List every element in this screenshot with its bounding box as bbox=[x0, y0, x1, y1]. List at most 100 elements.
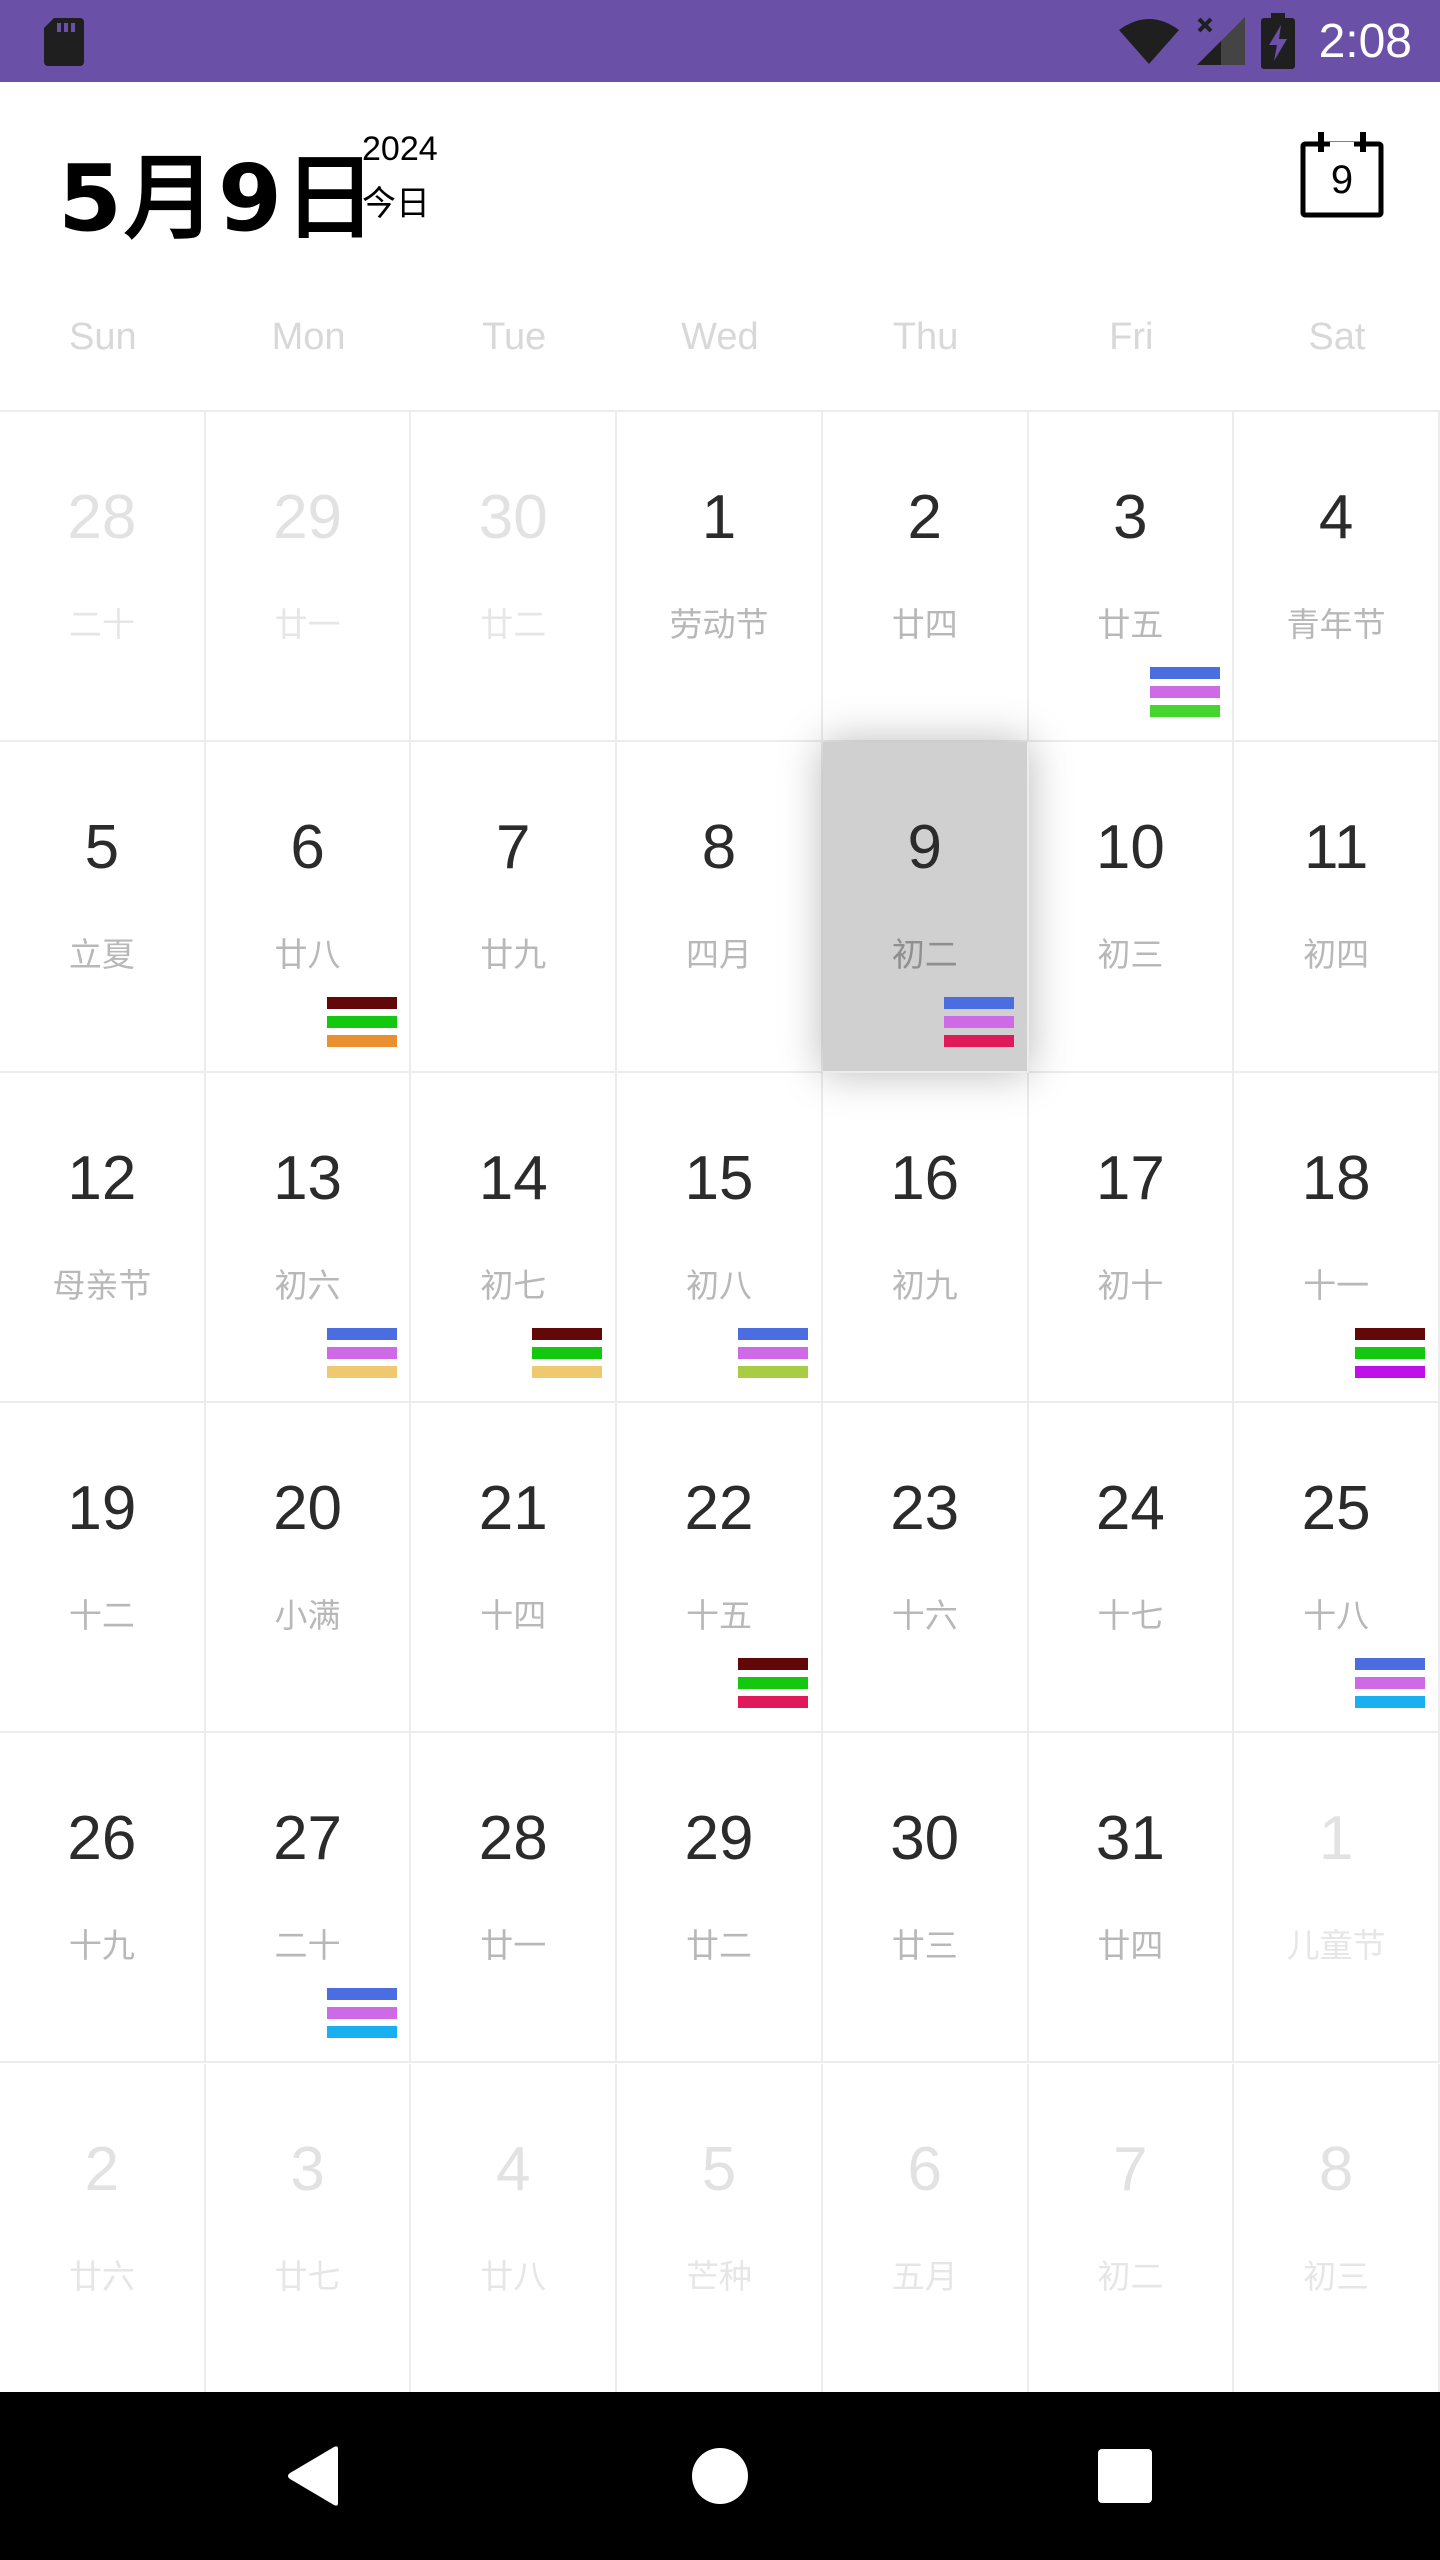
weekday-sat: Sat bbox=[1308, 316, 1366, 358]
current-date: 5月9日 bbox=[58, 145, 379, 252]
day-cell[interactable]: 10 初三 bbox=[1028, 742, 1235, 1073]
day-cell[interactable]: 5 芒种 bbox=[617, 2063, 823, 2394]
lunar-date-label: 初二 bbox=[891, 935, 958, 975]
event-bar bbox=[738, 1346, 809, 1359]
day-cell[interactable]: 7 初二 bbox=[1028, 2063, 1235, 2394]
day-cell[interactable]: 14 初七 bbox=[411, 1072, 618, 1403]
lunar-date-label: 廿六 bbox=[68, 2256, 135, 2296]
event-indicators bbox=[326, 1327, 397, 1385]
day-cell[interactable]: 15 初八 bbox=[617, 1072, 823, 1403]
day-cell[interactable]: 30 廿三 bbox=[822, 1733, 1029, 2064]
day-cell[interactable]: 5 立夏 bbox=[0, 742, 206, 1073]
day-cell[interactable]: 25 十八 bbox=[1234, 1402, 1440, 1734]
day-cell[interactable]: 2 廿六 bbox=[0, 2063, 206, 2394]
day-number: 3 bbox=[290, 2134, 325, 2204]
day-number: 24 bbox=[1095, 1473, 1165, 1543]
day-cell[interactable]: 7 廿九 bbox=[411, 742, 618, 1073]
day-cell[interactable]: 26 十九 bbox=[0, 1733, 206, 2064]
lunar-date-label: 儿童节 bbox=[1286, 1926, 1386, 1966]
lunar-date-label: 十一 bbox=[1303, 1265, 1370, 1305]
day-cell[interactable]: 1 儿童节 bbox=[1234, 1733, 1440, 2064]
day-cell[interactable]: 28 二十 bbox=[0, 412, 206, 743]
lunar-date-label: 立夏 bbox=[68, 935, 135, 975]
day-cell[interactable]: 13 初六 bbox=[205, 1072, 412, 1403]
lunar-date-label: 廿八 bbox=[480, 2256, 547, 2296]
weekday-mon: Mon bbox=[271, 316, 346, 358]
current-year: 2024 bbox=[362, 130, 438, 168]
day-number: 28 bbox=[67, 483, 137, 552]
day-cell[interactable]: 27 二十 bbox=[205, 1733, 412, 2064]
lunar-date-label: 廿八 bbox=[274, 935, 341, 975]
go-to-today-button[interactable]: 9 bbox=[1300, 132, 1384, 218]
day-cell[interactable]: 2 廿四 bbox=[822, 412, 1029, 743]
lunar-date-label: 芒种 bbox=[685, 2256, 752, 2296]
event-indicators bbox=[943, 997, 1014, 1054]
day-number: 7 bbox=[496, 813, 531, 883]
day-cell[interactable]: 3 廿七 bbox=[205, 2063, 412, 2394]
day-cell[interactable]: 29 廿二 bbox=[617, 1733, 823, 2064]
day-cell[interactable]: 4 廿八 bbox=[411, 2063, 618, 2394]
day-cell[interactable]: 6 五月 bbox=[822, 2063, 1029, 2394]
home-button[interactable] bbox=[640, 2392, 800, 2560]
day-cell[interactable]: 8 四月 bbox=[617, 742, 823, 1073]
lunar-date-label: 廿二 bbox=[480, 605, 547, 644]
calendar-header: 5月9日 2024 今日 9 bbox=[0, 82, 1440, 282]
day-cell[interactable]: 16 初九 bbox=[822, 1072, 1029, 1403]
day-cell[interactable]: 28 廿一 bbox=[411, 1733, 618, 2064]
lunar-date-label: 青年节 bbox=[1286, 605, 1386, 644]
back-button[interactable] bbox=[234, 2392, 394, 2560]
lunar-date-label: 十九 bbox=[68, 1926, 135, 1966]
day-number: 5 bbox=[84, 813, 120, 883]
day-number: 6 bbox=[907, 2134, 942, 2204]
day-cell[interactable]: 3 廿五 bbox=[1028, 412, 1235, 743]
event-indicators bbox=[1355, 1657, 1426, 1715]
status-time: 2:08 bbox=[1318, 14, 1412, 68]
event-bar bbox=[326, 1035, 397, 1048]
day-cell[interactable]: 11 初四 bbox=[1234, 742, 1440, 1073]
day-number: 29 bbox=[273, 483, 343, 552]
day-cell[interactable]: 20 小满 bbox=[205, 1402, 412, 1734]
day-cell[interactable]: 19 十二 bbox=[0, 1402, 206, 1734]
weekday-tue: Tue bbox=[482, 316, 547, 358]
event-bar bbox=[532, 1327, 603, 1340]
day-cell[interactable]: 17 初十 bbox=[1028, 1072, 1235, 1403]
day-number: 19 bbox=[67, 1473, 137, 1543]
day-number: 16 bbox=[890, 1143, 960, 1213]
day-cell[interactable]: 30 廿二 bbox=[411, 412, 618, 743]
day-cell[interactable]: 6 廿八 bbox=[205, 742, 412, 1073]
weekday-thu: Thu bbox=[892, 316, 959, 358]
day-cell[interactable]: 4 青年节 bbox=[1234, 412, 1440, 743]
weekday-fri: Fri bbox=[1109, 316, 1154, 358]
event-bar bbox=[738, 1676, 809, 1689]
day-number: 20 bbox=[273, 1473, 343, 1543]
day-number: 17 bbox=[1095, 1143, 1165, 1213]
day-cell[interactable]: 23 十六 bbox=[822, 1402, 1029, 1734]
day-number: 13 bbox=[273, 1143, 343, 1213]
day-cell[interactable]: 24 十七 bbox=[1028, 1402, 1235, 1734]
lunar-date-label: 廿一 bbox=[274, 605, 341, 644]
event-bar bbox=[326, 1988, 397, 2001]
day-cell[interactable]: 8 初三 bbox=[1234, 2063, 1440, 2394]
day-cell[interactable]: 31 廿四 bbox=[1028, 1733, 1235, 2064]
event-indicators bbox=[1355, 1327, 1426, 1385]
day-cell[interactable]: 18 十一 bbox=[1234, 1072, 1440, 1403]
lunar-date-label: 廿四 bbox=[1097, 1926, 1164, 1966]
day-cell[interactable]: 21 十四 bbox=[411, 1402, 618, 1734]
day-cell[interactable]: 12 母亲节 bbox=[0, 1072, 206, 1403]
recents-button[interactable] bbox=[1045, 2392, 1205, 2560]
day-number: 8 bbox=[701, 813, 737, 883]
day-cell[interactable]: 1 劳动节 bbox=[617, 412, 823, 743]
event-bar bbox=[532, 1365, 603, 1378]
day-cell[interactable]: 29 廿一 bbox=[205, 412, 412, 743]
day-number: 12 bbox=[67, 1143, 137, 1213]
day-cell-selected[interactable]: 9 初二 bbox=[822, 742, 1029, 1073]
event-bar bbox=[326, 1346, 397, 1359]
day-number: 6 bbox=[290, 813, 325, 883]
lunar-date-label: 初六 bbox=[274, 1265, 341, 1305]
event-bar bbox=[943, 997, 1014, 1010]
status-bar: 2:08 bbox=[0, 0, 1440, 82]
lunar-date-label: 十四 bbox=[480, 1595, 547, 1635]
recents-icon bbox=[1098, 2449, 1152, 2503]
month-grid: 28 二十 29 廿一 30 廿二 1 劳动节 2 廿四 3 廿五 4 青年节 5 立夏 6 廿八 7 廿九 8 四月 9 初… bbox=[0, 410, 1440, 2394]
day-cell[interactable]: 22 十五 bbox=[617, 1402, 823, 1734]
